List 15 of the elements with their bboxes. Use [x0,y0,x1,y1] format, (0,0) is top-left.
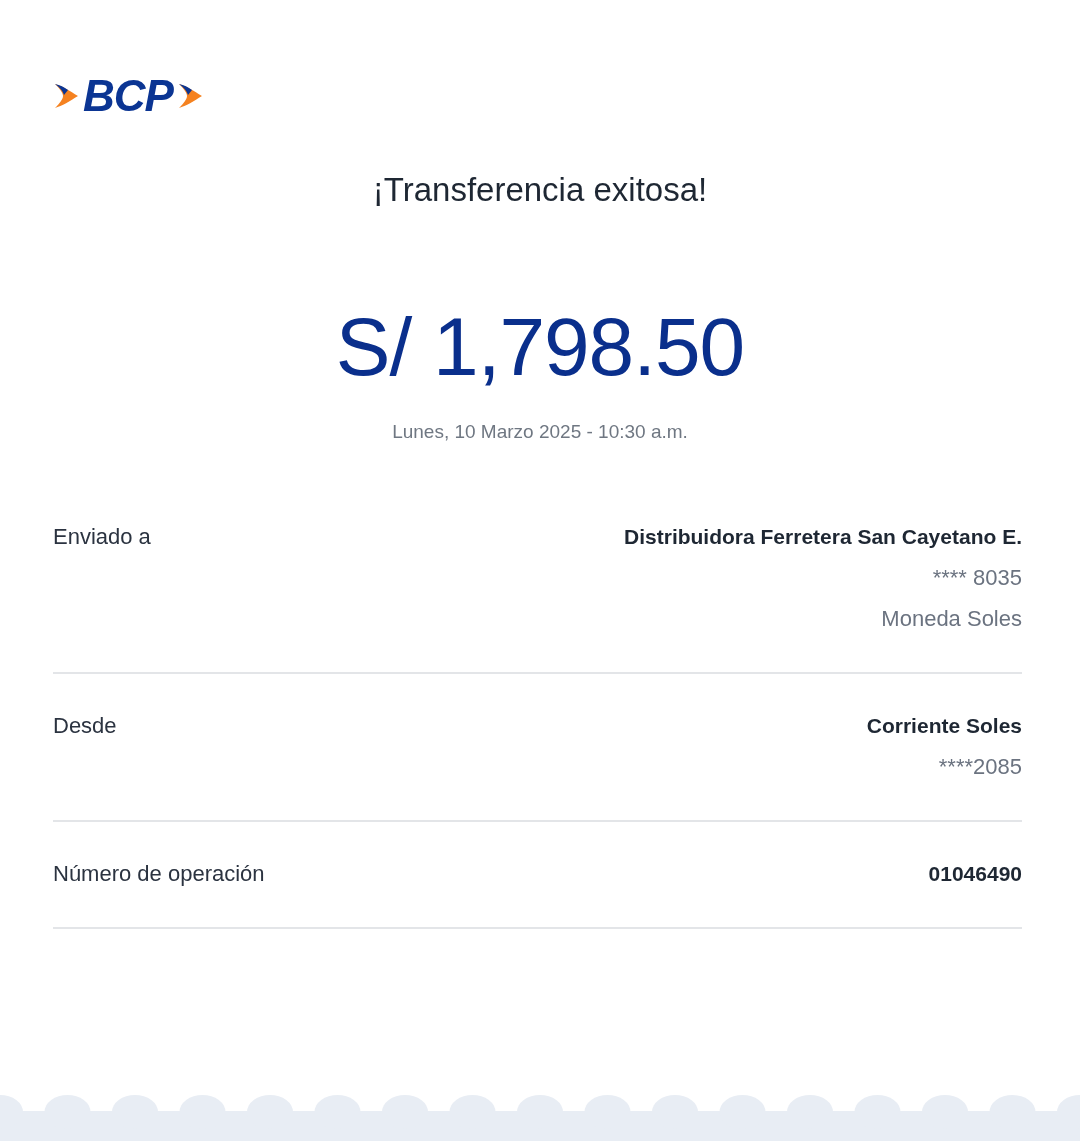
detail-label: Número de operación [53,860,265,888]
detail-subvalue: ****2085 [938,753,1022,781]
chevron-icon [53,83,79,109]
detail-value: 01046490 [928,861,1022,887]
date-time-text: Lunes, 10 Marzo 2025 - 10:30 a.m. [392,420,688,444]
detail-label: Enviado a [53,523,151,551]
detail-value: Distribuidora Ferretera San Cayetano E. [624,524,1022,550]
page-title: ¡Transferencia exitosa! [372,170,708,210]
logo-text: BCP [83,76,173,116]
chevron-icon [176,83,203,109]
detail-subvalue: Moneda Soles [881,605,1022,633]
detail-label: Desde [53,712,117,740]
detail-subvalue: **** 8035 [932,564,1022,592]
detail-value: Corriente Soles [866,713,1022,739]
amount-text: S/ 1,798.50 [335,302,745,392]
